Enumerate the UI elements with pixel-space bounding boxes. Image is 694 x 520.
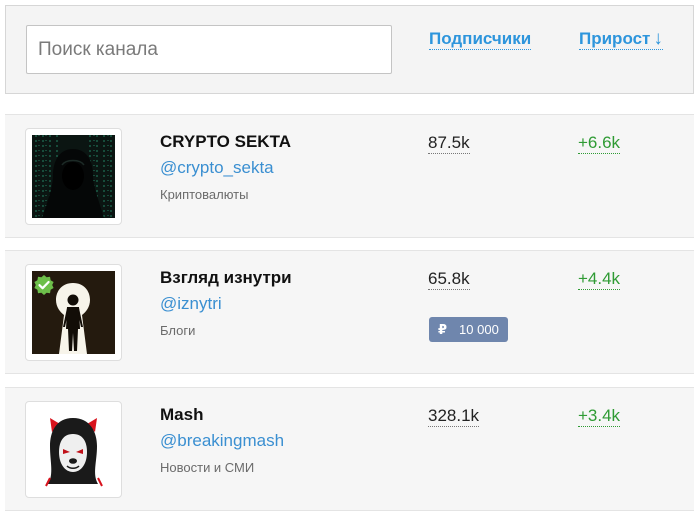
channel-category: Криптовалюты — [160, 187, 249, 202]
sort-by-growth-link[interactable]: Прирост ↓ — [579, 28, 663, 50]
hooded-figure-matrix-avatar-icon — [32, 135, 115, 218]
channel-handle-link[interactable]: @breakingmash — [160, 431, 284, 451]
channel-name[interactable]: Взгляд изнутри — [160, 268, 292, 288]
sort-desc-arrow-icon: ↓ — [653, 28, 663, 49]
channel-row[interactable]: CRYPTO SEKTA @crypto_sekta Криптовалюты … — [5, 114, 694, 238]
growth-value: +3.4k — [578, 406, 621, 427]
ad-price-badge[interactable]: ₽10 000 — [429, 317, 508, 342]
sort-by-growth-label: Прирост — [579, 29, 651, 48]
channel-list-header: Подписчики Прирост↓ — [5, 5, 694, 94]
channel-name[interactable]: CRYPTO SEKTA — [160, 132, 291, 152]
growth-value: +4.4k — [578, 269, 621, 290]
subscriber-count: 87.5k — [428, 133, 470, 154]
ruble-icon: ₽ — [438, 322, 448, 337]
growth-value: +6.6k — [578, 133, 621, 154]
channel-avatar[interactable] — [25, 128, 122, 225]
channel-name[interactable]: Mash — [160, 405, 203, 425]
channel-category: Блоги — [160, 323, 196, 338]
channel-handle-link[interactable]: @iznytri — [160, 294, 222, 314]
channel-avatar[interactable] — [25, 401, 122, 498]
subscriber-count: 328.1k — [428, 406, 480, 427]
sort-by-subscribers-link[interactable]: Подписчики — [429, 28, 532, 50]
channel-search-input[interactable] — [26, 25, 392, 74]
verified-check-icon — [33, 274, 55, 296]
channel-avatar[interactable] — [25, 264, 122, 361]
hooded-bear-avatar-icon — [32, 408, 115, 491]
subscriber-count: 65.8k — [428, 269, 470, 290]
channel-handle-link[interactable]: @crypto_sekta — [160, 158, 274, 178]
ad-price-amount: 10 000 — [459, 322, 499, 337]
channel-category: Новости и СМИ — [160, 460, 255, 475]
channel-row[interactable]: Mash @breakingmash Новости и СМИ 328.1k … — [5, 387, 694, 511]
channel-row[interactable]: Взгляд изнутри @iznytri Блоги 65.8k +4.4… — [5, 250, 694, 374]
